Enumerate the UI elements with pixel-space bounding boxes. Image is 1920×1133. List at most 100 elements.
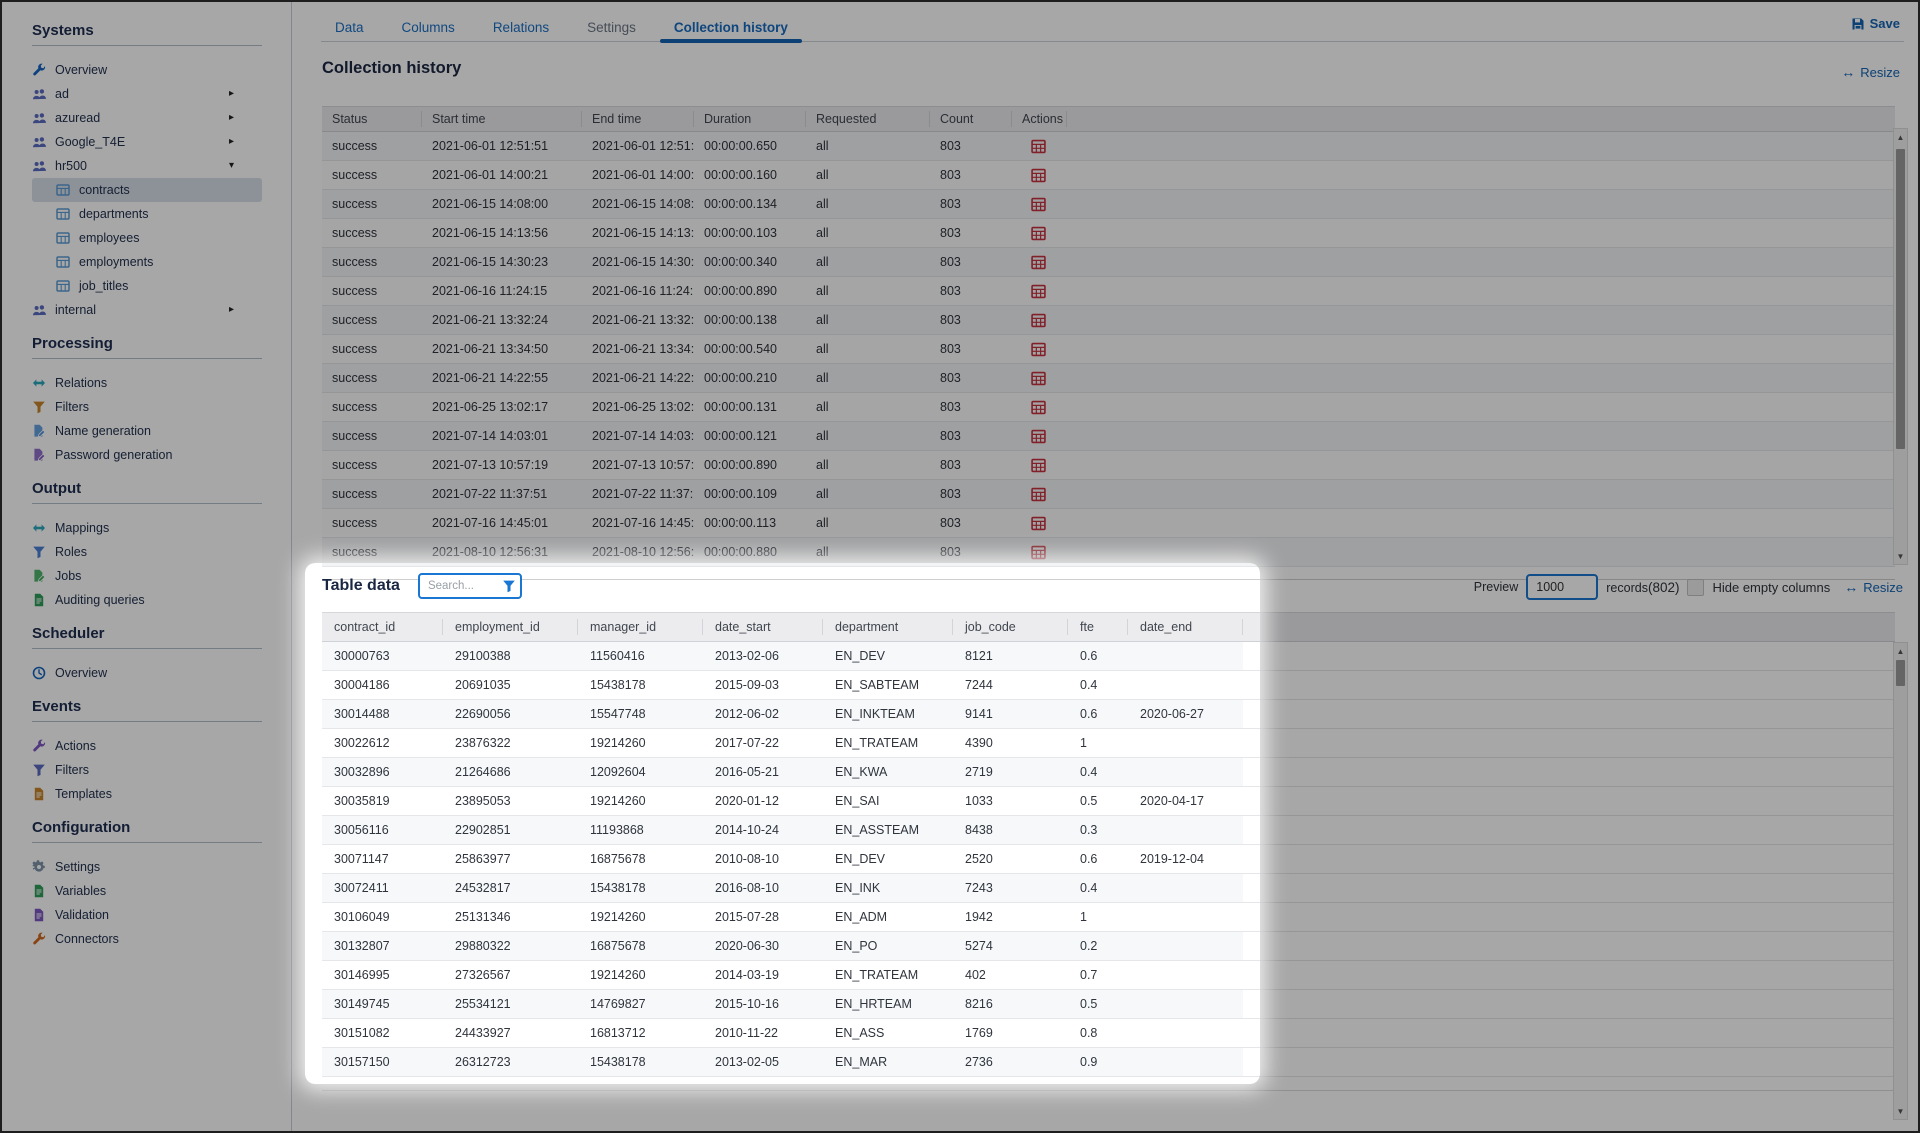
table-grid-icon[interactable] (1031, 168, 1046, 183)
sidebar-item-settings[interactable]: Settings (32, 855, 262, 879)
table-cell: 2014-03-19 (703, 961, 823, 989)
table-grid-icon[interactable] (1031, 429, 1046, 444)
doc-edit-icon (32, 424, 46, 438)
sidebar-item-employees[interactable]: employees (32, 226, 262, 250)
sidebar-item-job-titles[interactable]: job_titles (32, 274, 262, 298)
table-grid-icon[interactable] (1031, 139, 1046, 154)
scroll-up-arrow[interactable]: ▲ (1894, 644, 1907, 658)
sidebar-item-name-generation[interactable]: Name generation (32, 419, 262, 443)
column-header-job_code[interactable]: job_code (953, 619, 1068, 635)
table-grid-icon[interactable] (1031, 284, 1046, 299)
sidebar-item-connectors[interactable]: Connectors (32, 927, 262, 951)
column-header-contract_id[interactable]: contract_id (322, 619, 443, 635)
table-cell: 00:00:00.131 (694, 393, 806, 421)
scroll-down-arrow[interactable]: ▼ (1894, 1104, 1907, 1118)
sidebar-item-label: Jobs (55, 569, 81, 583)
scroll-down-arrow[interactable]: ▼ (1894, 549, 1907, 563)
column-header-end-time[interactable]: End time (582, 111, 694, 127)
sidebar-item-filters[interactable]: Filters (32, 758, 262, 782)
hide-empty-columns-checkbox[interactable] (1687, 579, 1704, 596)
column-header-start-time[interactable]: Start time (422, 111, 582, 127)
column-header-employment_id[interactable]: employment_id (443, 619, 578, 635)
table-cell: 803 (930, 422, 1012, 450)
column-header-actions[interactable]: Actions (1012, 111, 1067, 127)
table-cell: 30151082 (322, 1019, 443, 1047)
sidebar-item-departments[interactable]: departments (32, 202, 262, 226)
table-cell: 30072411 (322, 874, 443, 902)
scroll-up-arrow[interactable]: ▲ (1894, 130, 1907, 144)
sidebar-item-templates[interactable]: Templates (32, 782, 262, 806)
sidebar-item-actions[interactable]: Actions (32, 734, 262, 758)
table-cell: EN_DEV (823, 642, 953, 670)
save-label: Save (1870, 16, 1900, 31)
table-data-resize-button[interactable]: ↔ Resize (1844, 579, 1903, 595)
tab-settings[interactable]: Settings (581, 14, 642, 41)
column-header-fte[interactable]: fte (1068, 619, 1128, 635)
table-grid-icon[interactable] (1031, 255, 1046, 270)
save-button[interactable]: Save (1851, 16, 1900, 31)
table-cell: all (806, 161, 930, 189)
tab-collection-history[interactable]: Collection history (668, 14, 794, 41)
table-grid-icon[interactable] (1031, 197, 1046, 212)
filler-cell (1067, 306, 1895, 334)
sidebar-item-internal[interactable]: internal▸ (32, 298, 262, 322)
sidebar-item-jobs[interactable]: Jobs (32, 564, 262, 588)
column-header-date_end[interactable]: date_end (1128, 619, 1243, 635)
sidebar-item-password-generation[interactable]: Password generation (32, 443, 262, 467)
sidebar-item-overview[interactable]: Overview (32, 58, 262, 82)
sidebar-item-filters[interactable]: Filters (32, 395, 262, 419)
sidebar-item-label: Roles (55, 545, 87, 559)
scrollbar-thumb[interactable] (1896, 149, 1905, 449)
table-grid-icon[interactable] (1031, 516, 1046, 531)
column-header-department[interactable]: department (823, 619, 953, 635)
table-grid-icon[interactable] (1031, 342, 1046, 357)
table-data-scrollbar[interactable]: ▲ ▼ (1893, 642, 1908, 1120)
table-data-row: 3007241124532817154381782016-08-10EN_INK… (322, 874, 1895, 903)
sidebar-item-contracts[interactable]: contracts (32, 178, 262, 202)
column-header-status[interactable]: Status (322, 111, 422, 127)
table-grid-icon[interactable] (1031, 487, 1046, 502)
sidebar-item-mappings[interactable]: Mappings (32, 516, 262, 540)
column-header-date_start[interactable]: date_start (703, 619, 823, 635)
column-header-manager_id[interactable]: manager_id (578, 619, 703, 635)
tab-data[interactable]: Data (329, 14, 370, 41)
collection-history-row: success2021-06-01 12:51:512021-06-01 12:… (322, 132, 1895, 161)
table-data-row: 3015108224433927168137122010-11-22EN_ASS… (322, 1019, 1895, 1048)
table-grid-icon[interactable] (1031, 400, 1046, 415)
sidebar-item-azuread[interactable]: azuread▸ (32, 106, 262, 130)
collection-history-scrollbar[interactable]: ▲ ▼ (1893, 128, 1908, 565)
tab-columns[interactable]: Columns (396, 14, 461, 41)
table-grid-icon[interactable] (1031, 545, 1046, 560)
table-grid-icon[interactable] (1031, 226, 1046, 241)
column-header-requested[interactable]: Requested (806, 111, 930, 127)
collection-history-resize-button[interactable]: ↔ Resize (1841, 64, 1900, 80)
sidebar-item-auditing-queries[interactable]: Auditing queries (32, 588, 262, 612)
preview-count-input[interactable] (1526, 574, 1598, 600)
table-grid-icon[interactable] (1031, 371, 1046, 386)
filler-cell (1243, 642, 1895, 670)
tab-relations[interactable]: Relations (487, 14, 555, 41)
sidebar-item-hr500[interactable]: hr500▾ (32, 154, 262, 178)
sidebar-item-ad[interactable]: ad▸ (32, 82, 262, 106)
sidebar-item-roles[interactable]: Roles (32, 540, 262, 564)
table-grid-icon[interactable] (1031, 313, 1046, 328)
column-header-count[interactable]: Count (930, 111, 1012, 127)
sidebar-item-google-t4e[interactable]: Google_T4E▸ (32, 130, 262, 154)
table-cell: 16813712 (578, 1019, 703, 1047)
filter-funnel-icon[interactable] (502, 579, 516, 593)
sidebar-item-variables[interactable]: Variables (32, 879, 262, 903)
sidebar-item-employments[interactable]: employments (32, 250, 262, 274)
sidebar-item-overview[interactable]: Overview (32, 661, 262, 685)
filler-cell (1243, 671, 1895, 699)
sidebar-item-validation[interactable]: Validation (32, 903, 262, 927)
scrollbar-thumb[interactable] (1896, 660, 1905, 686)
table-cell: 803 (930, 364, 1012, 392)
sidebar-item-relations[interactable]: Relations (32, 371, 262, 395)
table-grid-icon[interactable] (1031, 458, 1046, 473)
table-cell: EN_DEV (823, 845, 953, 873)
table-cell: 2014-10-24 (703, 816, 823, 844)
table-cell: 00:00:00.121 (694, 422, 806, 450)
filler-cell (1067, 480, 1895, 508)
table-cell: success (322, 422, 422, 450)
column-header-duration[interactable]: Duration (694, 111, 806, 127)
